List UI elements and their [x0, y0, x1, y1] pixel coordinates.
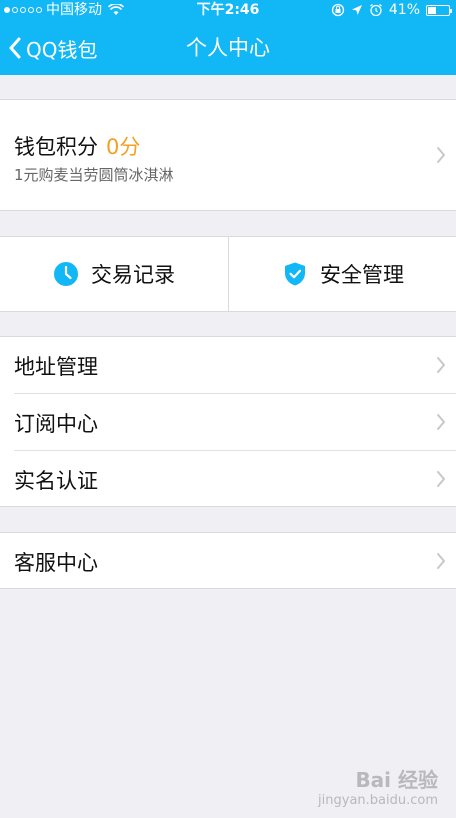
list-item-address-management[interactable]: 地址管理	[0, 337, 456, 393]
alarm-clock-icon	[369, 3, 382, 17]
watermark-url: jingyan.baidu.com	[318, 793, 438, 808]
battery-percent: 41%	[388, 2, 420, 18]
list-item-label: 地址管理	[14, 355, 98, 379]
quick-actions: 交易记录 安全管理	[0, 236, 456, 312]
watermark: Bai 经验 jingyan.baidu.com	[318, 764, 438, 808]
shield-check-icon	[285, 262, 305, 286]
chevron-right-icon	[437, 357, 445, 373]
wallet-points-row[interactable]: 钱包积分 0分 1元购麦当劳圆筒冰淇淋	[0, 99, 456, 211]
transaction-records-button[interactable]: 交易记录	[0, 237, 228, 311]
chevron-right-icon	[437, 553, 445, 569]
list-item-label: 订阅中心	[14, 412, 98, 436]
list-item-customer-service[interactable]: 客服中心	[0, 533, 456, 589]
rotation-lock-icon	[331, 3, 345, 17]
settings-list: 地址管理 订阅中心 实名认证	[0, 336, 456, 507]
list-item-label: 实名认证	[14, 469, 98, 493]
security-management-label: 安全管理	[320, 263, 404, 287]
page-title: 个人中心	[186, 36, 270, 60]
customer-service-row[interactable]: 客服中心	[0, 532, 456, 589]
location-arrow-icon	[351, 5, 362, 15]
chevron-right-icon	[437, 414, 445, 430]
clock-icon	[54, 262, 78, 286]
list-item-subscription-center[interactable]: 订阅中心	[0, 394, 456, 450]
navigation-bar: QQ钱包 个人中心	[0, 24, 456, 72]
status-bar: 中国移动 下午2:46 41%	[0, 0, 456, 20]
battery-fill	[428, 6, 436, 14]
battery-icon	[426, 4, 452, 16]
wallet-points-label: 钱包积分	[14, 135, 98, 159]
wallet-points-line: 钱包积分 0分	[14, 131, 140, 161]
transaction-records-label: 交易记录	[91, 263, 175, 287]
wallet-points-subtitle: 1元购麦当劳圆筒冰淇淋	[14, 166, 174, 184]
status-right: 41%	[331, 0, 452, 20]
list-item-label: 客服中心	[14, 551, 98, 575]
watermark-brand: Bai 经验	[355, 768, 438, 792]
security-management-button[interactable]: 安全管理	[229, 237, 456, 311]
header-bar: 中国移动 下午2:46 41% QQ钱包 个人中心	[0, 0, 456, 75]
wallet-points-value: 0分	[106, 135, 141, 159]
list-item-real-name-auth[interactable]: 实名认证	[0, 451, 456, 507]
chevron-right-icon	[437, 147, 445, 163]
chevron-right-icon	[437, 471, 445, 487]
